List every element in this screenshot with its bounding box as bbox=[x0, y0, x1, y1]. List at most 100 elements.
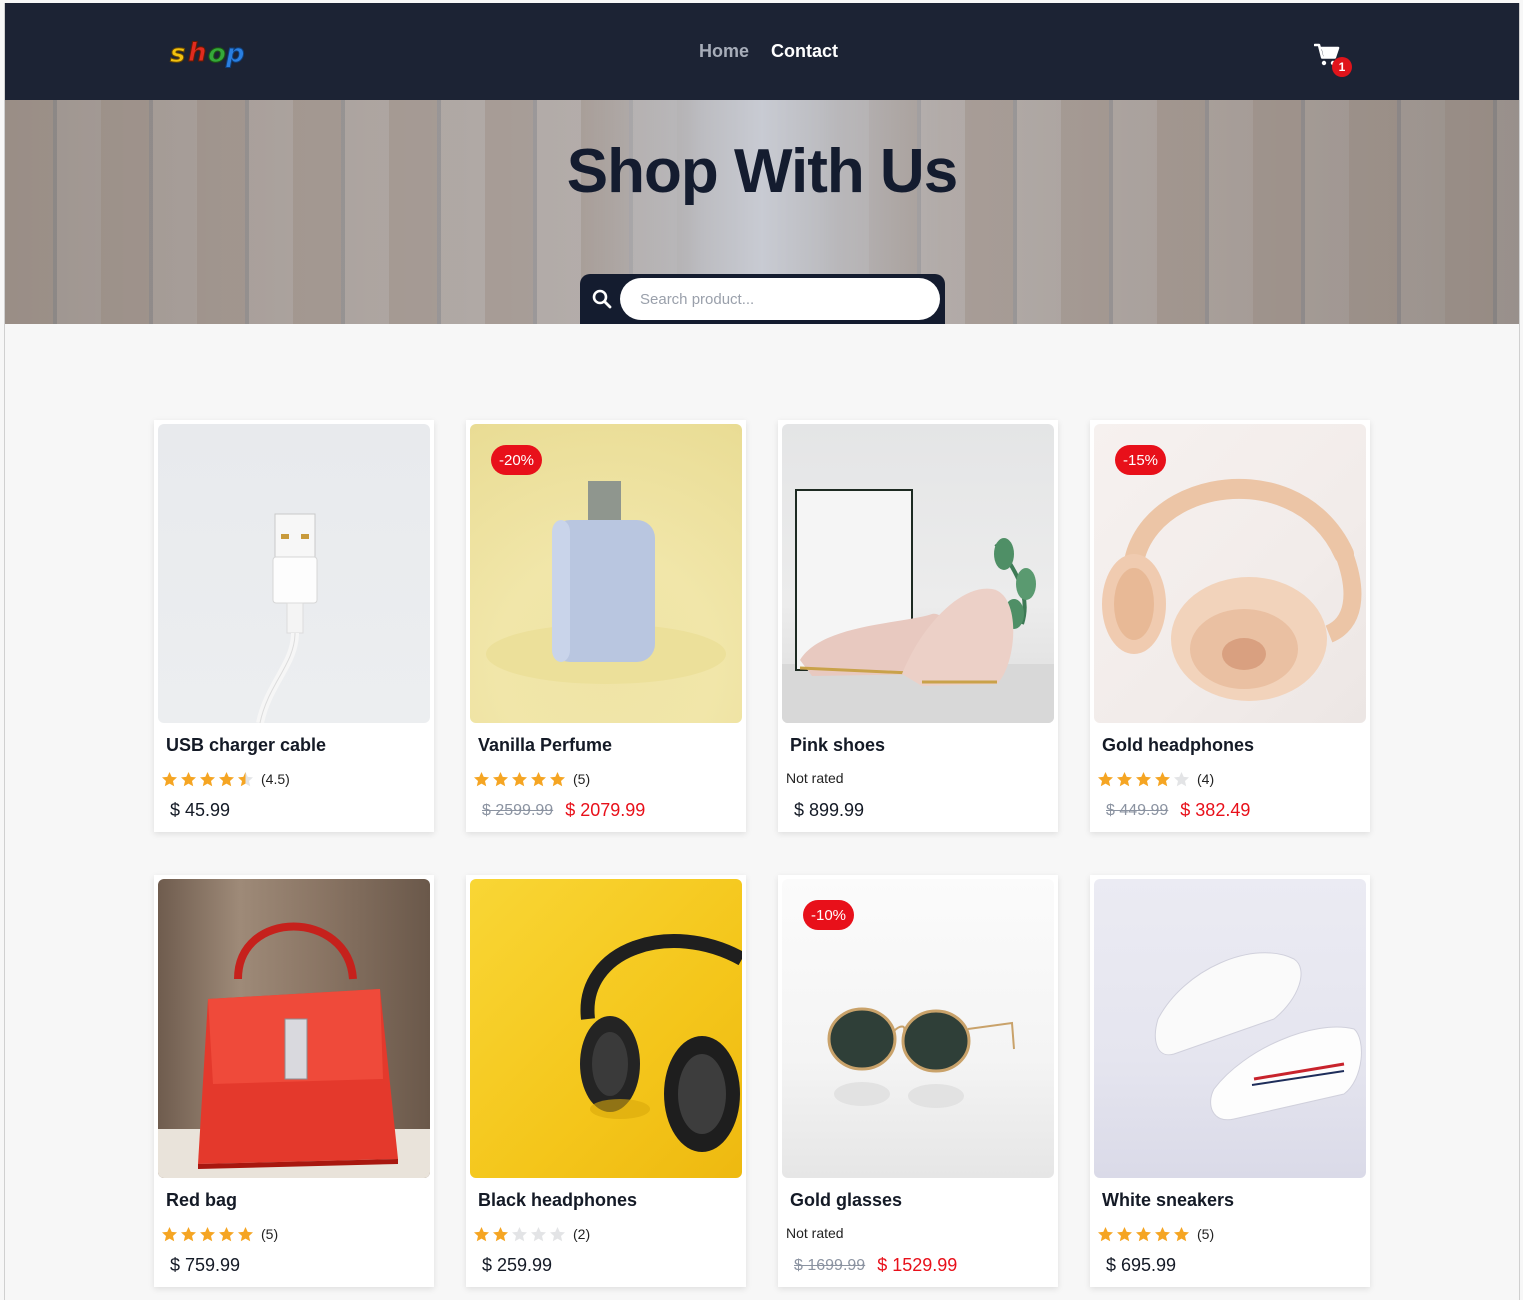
discount-badge: -10% bbox=[803, 900, 855, 930]
product-name[interactable]: Vanilla Perfume bbox=[478, 735, 742, 756]
product-image[interactable]: -15% bbox=[1094, 424, 1366, 723]
star-empty-icon bbox=[512, 1226, 527, 1241]
rating-count: (5) bbox=[573, 771, 591, 787]
product-card[interactable]: -20% Vanilla Perfume (5) $ 2599.99 $ 207… bbox=[466, 420, 746, 832]
product-price: $ 899.99 bbox=[794, 800, 1054, 821]
star-full-icon bbox=[493, 1226, 508, 1241]
black-headphones-illustration bbox=[580, 934, 742, 1152]
star-full-icon bbox=[200, 771, 215, 786]
product-price: $ 2599.99 $ 2079.99 bbox=[482, 800, 742, 821]
product-price: $ 449.99 $ 382.49 bbox=[1106, 800, 1366, 821]
product-price: $ 695.99 bbox=[1106, 1255, 1366, 1276]
current-price: $ 45.99 bbox=[170, 800, 231, 820]
current-price: $ 695.99 bbox=[1106, 1255, 1177, 1275]
product-card[interactable]: -15% Gold headphones (4) $ 449.99 $ 382.… bbox=[1090, 420, 1370, 832]
rating-count: (5) bbox=[261, 1226, 279, 1242]
star-full-icon bbox=[474, 771, 489, 786]
star-full-icon bbox=[181, 1226, 196, 1241]
original-price: $ 449.99 bbox=[1106, 801, 1169, 819]
star-full-icon bbox=[1155, 1226, 1170, 1241]
svg-text:o: o bbox=[208, 39, 225, 69]
star-full-icon bbox=[1117, 771, 1132, 786]
star-full-icon bbox=[531, 771, 546, 786]
product-name[interactable]: Gold glasses bbox=[790, 1190, 1054, 1211]
hero-title: Shop With Us bbox=[566, 137, 958, 206]
star-full-icon bbox=[1155, 771, 1170, 786]
star-full-icon bbox=[238, 1226, 253, 1241]
red-bag-illustration bbox=[158, 922, 430, 1178]
sale-price: $ 2079.99 bbox=[565, 800, 646, 820]
product-image[interactable] bbox=[158, 879, 430, 1178]
star-full-icon bbox=[219, 1226, 234, 1241]
star-empty-icon bbox=[531, 1226, 546, 1241]
product-rating: (4.5) bbox=[161, 770, 430, 788]
product-image[interactable]: -10% bbox=[782, 879, 1054, 1178]
white-sneakers-illustration bbox=[1154, 952, 1362, 1121]
svg-text:h: h bbox=[188, 38, 206, 68]
star-full-icon bbox=[219, 771, 234, 786]
original-price: $ 1699.99 bbox=[794, 1256, 866, 1274]
product-card[interactable]: Red bag (5) $ 759.99 bbox=[154, 875, 434, 1287]
main-nav: Home Contact bbox=[699, 41, 838, 62]
discount-badge: -20% bbox=[491, 445, 543, 475]
sale-price: $ 382.49 bbox=[1180, 800, 1251, 820]
product-price: $ 1699.99 $ 1529.99 bbox=[794, 1255, 1054, 1276]
hero-banner: Shop With Us bbox=[5, 100, 1519, 324]
rating-count: (5) bbox=[1197, 1226, 1215, 1242]
rating-count: (4) bbox=[1197, 771, 1215, 787]
product-rating: (5) bbox=[473, 770, 742, 788]
nav-contact-link[interactable]: Contact bbox=[771, 41, 838, 62]
product-card[interactable]: Pink shoes Not rated $ 899.99 bbox=[778, 420, 1058, 832]
not-rated-label: Not rated bbox=[786, 1225, 844, 1241]
search-input[interactable] bbox=[620, 278, 940, 320]
sale-price: $ 1529.99 bbox=[877, 1255, 958, 1275]
product-name[interactable]: Red bag bbox=[166, 1190, 430, 1211]
not-rated-label: Not rated bbox=[786, 770, 844, 786]
search-icon[interactable] bbox=[592, 289, 612, 309]
logo-icon: s h o p bbox=[170, 38, 246, 70]
product-card[interactable]: White sneakers (5) $ 695.99 bbox=[1090, 875, 1370, 1287]
rating-count: (2) bbox=[573, 1226, 591, 1242]
star-full-icon bbox=[1117, 1226, 1132, 1241]
product-card[interactable]: -10% Gold glasses Not rated $ 1699.99 $ … bbox=[778, 875, 1058, 1287]
usb-cable-illustration bbox=[256, 513, 318, 723]
search-bar bbox=[580, 274, 945, 324]
cart-button[interactable]: 1 bbox=[1313, 43, 1354, 79]
current-price: $ 259.99 bbox=[482, 1255, 553, 1275]
nav-home-link[interactable]: Home bbox=[699, 41, 749, 62]
discount-badge: -15% bbox=[1115, 445, 1167, 475]
star-full-icon bbox=[200, 1226, 215, 1241]
current-price: $ 899.99 bbox=[794, 800, 865, 820]
product-name[interactable]: Black headphones bbox=[478, 1190, 742, 1211]
page: s h o p Home Contact 1 Shop With Us Sear… bbox=[4, 3, 1520, 1300]
product-image[interactable] bbox=[158, 424, 430, 723]
star-half-icon bbox=[238, 771, 253, 786]
product-image[interactable] bbox=[470, 879, 742, 1178]
product-name[interactable]: USB charger cable bbox=[166, 735, 430, 756]
product-name[interactable]: White sneakers bbox=[1102, 1190, 1366, 1211]
cart-count-badge: 1 bbox=[1332, 57, 1352, 77]
star-full-icon bbox=[162, 771, 177, 786]
product-image[interactable]: -20% bbox=[470, 424, 742, 723]
svg-text:p: p bbox=[225, 39, 244, 69]
star-empty-icon bbox=[1174, 771, 1189, 786]
svg-text:s: s bbox=[170, 39, 185, 69]
product-card[interactable]: Black headphones (2) $ 259.99 bbox=[466, 875, 746, 1287]
logo[interactable]: s h o p bbox=[168, 37, 252, 70]
product-price: $ 259.99 bbox=[482, 1255, 742, 1276]
star-full-icon bbox=[162, 1226, 177, 1241]
product-image[interactable] bbox=[782, 424, 1054, 723]
star-full-icon bbox=[474, 1226, 489, 1241]
product-grid: USB charger cable (4.5) $ 45.99 -20% Van… bbox=[154, 420, 1370, 1287]
product-name[interactable]: Gold headphones bbox=[1102, 735, 1366, 756]
star-full-icon bbox=[1136, 771, 1151, 786]
product-rating: (5) bbox=[1097, 1225, 1366, 1243]
product-rating: (4) bbox=[1097, 770, 1366, 788]
star-full-icon bbox=[1174, 1226, 1189, 1241]
original-price: $ 2599.99 bbox=[482, 801, 554, 819]
star-full-icon bbox=[1136, 1226, 1151, 1241]
product-image[interactable] bbox=[1094, 879, 1366, 1178]
star-full-icon bbox=[550, 771, 565, 786]
product-name[interactable]: Pink shoes bbox=[790, 735, 1054, 756]
product-card[interactable]: USB charger cable (4.5) $ 45.99 bbox=[154, 420, 434, 832]
